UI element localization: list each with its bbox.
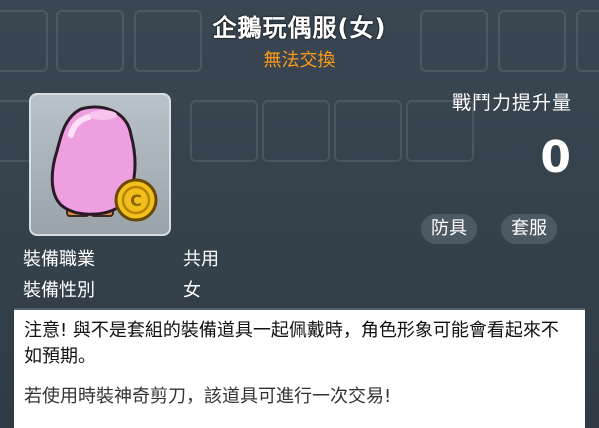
- stat-row-job: 裝備職業 共用: [23, 245, 219, 271]
- power-gain-value: 0: [540, 132, 571, 183]
- stat-label: 裝備性別: [23, 280, 95, 301]
- stat-row-gender: 裝備性別 女: [23, 276, 201, 302]
- item-name: 企鵝玩偶服(女): [212, 14, 387, 42]
- category-chip-armor: 防具: [421, 214, 477, 244]
- gold-coin-icon: C: [114, 178, 158, 222]
- stat-value: 女: [183, 280, 201, 301]
- category-chip-outfit: 套服: [501, 214, 557, 244]
- pink-egg-costume-icon: C: [50, 105, 158, 222]
- notice-box: 注意! 與不是套組的裝備道具一起佩戴時，角色形象可能會看起來不如預期。 若使用時…: [14, 310, 585, 428]
- bg-slot: [262, 100, 330, 162]
- set-warning-text: 注意! 與不是套組的裝備道具一起佩戴時，角色形象可能會看起來不如預期。: [24, 320, 559, 367]
- item-icon-frame: C: [29, 93, 171, 236]
- svg-text:C: C: [130, 191, 142, 210]
- stat-label: 裝備職業: [23, 249, 95, 270]
- item-tooltip: 企鵝玩偶服(女) 無法交換 C 戰鬥力提升量 0 防具 套服 裝備職業 共用 裝備…: [0, 0, 599, 428]
- power-gain-label: 戰鬥力提升量: [451, 92, 572, 114]
- bg-slot: [334, 100, 402, 162]
- bg-slot: [190, 100, 258, 162]
- scissors-trade-text: 若使用時裝神奇剪刀，該道具可進行一次交易!: [24, 386, 392, 407]
- trade-status: 無法交換: [263, 50, 336, 71]
- stat-value: 共用: [183, 249, 219, 270]
